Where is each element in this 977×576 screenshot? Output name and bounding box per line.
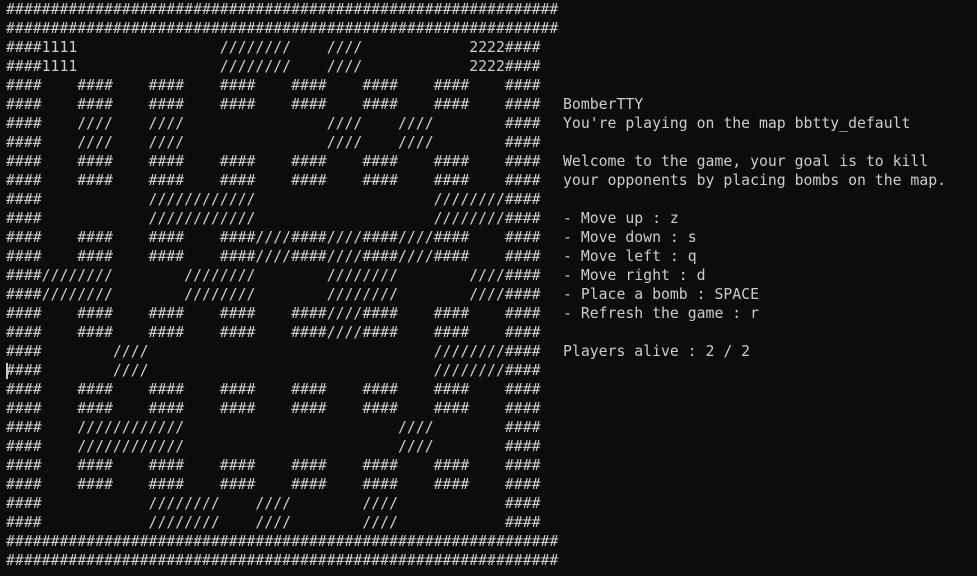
map-row: #### #### #### #### ####////#### #### ##… <box>6 305 541 322</box>
map-row: #### //////// //// //// #### <box>6 514 541 531</box>
welcome-line: your opponents by placing bombs on the m… <box>563 172 947 189</box>
map-row: #### #### #### #### #### #### #### #### <box>6 476 541 493</box>
map-row: #### #### #### ####////####////####////#… <box>6 248 541 265</box>
map-row: #### #### #### #### #### #### #### #### <box>6 172 541 189</box>
map-row: ####1111 //////// //// 2222#### <box>6 39 541 56</box>
text-cursor <box>6 363 8 379</box>
control-move-down: - Move down : s <box>563 229 697 246</box>
map-row: #### //////////// //// #### <box>6 419 541 436</box>
terminal-window[interactable]: ########################################… <box>0 0 977 576</box>
map-row: #### #### #### #### #### #### #### #### <box>6 96 541 113</box>
map-row: #### //// ////////#### <box>6 343 541 360</box>
map-row: #### //// //// //// //// #### <box>6 115 541 132</box>
welcome-line: Welcome to the game, your goal is to kil… <box>563 153 929 170</box>
map-row: #### #### #### #### #### #### #### #### <box>6 457 541 474</box>
map-row: #### //////////// ////////#### <box>6 191 541 208</box>
players-alive-status: Players alive : 2 / 2 <box>563 343 751 360</box>
map-row: #### #### #### #### #### #### #### #### <box>6 77 541 94</box>
map-row: ########################################… <box>6 20 559 37</box>
map-row: ####//////// //////// //////// ////#### <box>6 267 541 284</box>
game-title: BomberTTY <box>563 96 644 113</box>
map-row: ########################################… <box>6 533 559 550</box>
map-row: #### #### #### #### #### #### #### #### <box>6 153 541 170</box>
map-row: #### #### #### #### ####////#### #### ##… <box>6 324 541 341</box>
map-row: #### //// //// //// //// #### <box>6 134 541 151</box>
info-panel: BomberTTY You're playing on the map bbtt… <box>563 95 946 361</box>
control-place-bomb: - Place a bomb : SPACE <box>563 286 759 303</box>
control-move-right: - Move right : d <box>563 267 706 284</box>
control-move-up: - Move up : z <box>563 210 679 227</box>
map-row: #### //// ////////#### <box>6 362 541 379</box>
game-map: ########################################… <box>6 0 558 570</box>
map-name-line: You're playing on the map bbtty_default <box>563 115 911 132</box>
map-row: ####1111 //////// //// 2222#### <box>6 58 541 75</box>
map-row: #### #### #### #### #### #### #### #### <box>6 381 541 398</box>
map-row: #### #### #### ####////####////####////#… <box>6 229 541 246</box>
map-row: ####//////// //////// //////// ////#### <box>6 286 541 303</box>
control-refresh: - Refresh the game : r <box>563 305 759 322</box>
map-row: ########################################… <box>6 552 559 569</box>
map-row: #### //////////// //// #### <box>6 438 541 455</box>
map-row: #### //////////// ////////#### <box>6 210 541 227</box>
map-row: #### #### #### #### #### #### #### #### <box>6 400 541 417</box>
map-row: ########################################… <box>6 1 559 18</box>
control-move-left: - Move left : q <box>563 248 697 265</box>
map-row: #### //////// //// //// #### <box>6 495 541 512</box>
